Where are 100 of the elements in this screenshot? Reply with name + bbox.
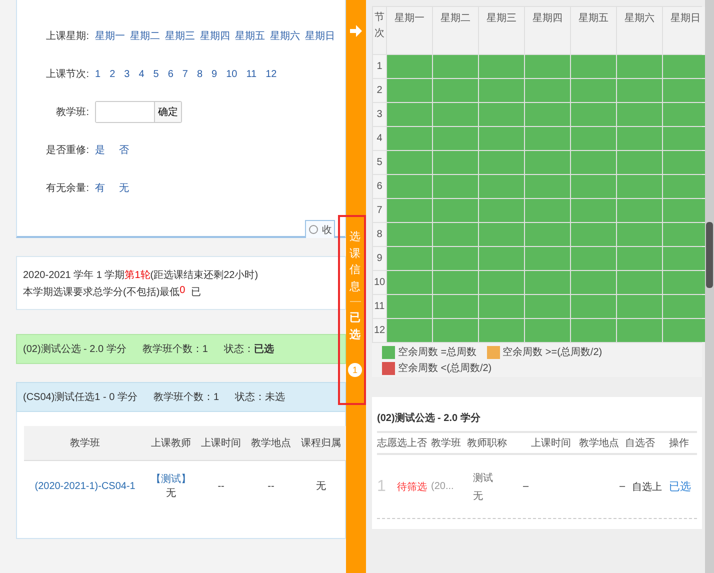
timetable-cell[interactable] [433, 295, 478, 318]
timetable-cell[interactable] [525, 55, 570, 78]
timetable-cell[interactable] [387, 79, 432, 102]
timetable-cell[interactable] [571, 247, 616, 270]
arrow-right-icon[interactable] [349, 24, 363, 38]
filter-option[interactable]: 3 [124, 68, 130, 80]
timetable-cell[interactable] [571, 151, 616, 174]
selected-link[interactable]: 已选 [669, 479, 697, 494]
timetable-cell[interactable] [479, 79, 524, 102]
timetable-cell[interactable] [663, 199, 708, 222]
filter-option[interactable]: 8 [196, 68, 202, 80]
timetable-cell[interactable] [571, 127, 616, 150]
timetable-cell[interactable] [617, 199, 662, 222]
filter-option[interactable]: 6 [168, 68, 174, 80]
timetable-cell[interactable] [663, 127, 708, 150]
timetable-cell[interactable] [525, 103, 570, 126]
filter-option[interactable]: 星期四 [200, 29, 230, 43]
timetable-cell[interactable] [479, 271, 524, 294]
collapse-button[interactable]: 收 [305, 220, 335, 238]
class-field[interactable]: 确定 [95, 101, 182, 123]
filter-option[interactable]: 9 [212, 68, 218, 80]
timetable-cell[interactable] [525, 199, 570, 222]
timetable-cell[interactable] [479, 175, 524, 198]
timetable-cell[interactable] [617, 295, 662, 318]
timetable-cell[interactable] [479, 151, 524, 174]
timetable-cell[interactable] [617, 79, 662, 102]
filter-option[interactable]: 是 [95, 143, 105, 157]
timetable-cell[interactable] [433, 79, 478, 102]
timetable-cell[interactable] [571, 271, 616, 294]
timetable-cell[interactable] [663, 295, 708, 318]
filter-option[interactable]: 无 [119, 181, 129, 195]
timetable-cell[interactable] [663, 103, 708, 126]
timetable-cell[interactable] [387, 199, 432, 222]
timetable-cell[interactable] [571, 79, 616, 102]
timetable-cell[interactable] [525, 247, 570, 270]
timetable-cell[interactable] [663, 223, 708, 246]
timetable-cell[interactable] [571, 199, 616, 222]
timetable-cell[interactable] [479, 127, 524, 150]
timetable-cell[interactable] [663, 151, 708, 174]
timetable-cell[interactable] [525, 79, 570, 102]
filter-option[interactable]: 有 [95, 181, 105, 195]
timetable-cell[interactable] [433, 247, 478, 270]
filter-option[interactable]: 2 [110, 68, 116, 80]
filter-option[interactable]: 1 [95, 68, 101, 80]
filter-option[interactable]: 7 [182, 68, 188, 80]
timetable-cell[interactable] [617, 127, 662, 150]
timetable-cell[interactable] [433, 103, 478, 126]
timetable-cell[interactable] [525, 271, 570, 294]
filter-option[interactable]: 10 [226, 68, 238, 80]
timetable-cell[interactable] [387, 151, 432, 174]
timetable-cell[interactable] [433, 319, 478, 342]
timetable-cell[interactable] [387, 127, 432, 150]
timetable-cell[interactable] [479, 223, 524, 246]
filter-option[interactable]: 11 [246, 68, 257, 80]
filter-option[interactable]: 12 [266, 68, 277, 80]
filter-option[interactable]: 星期三 [165, 29, 195, 43]
filter-option[interactable]: 星期日 [305, 29, 335, 43]
timetable-cell[interactable] [479, 319, 524, 342]
filter-option[interactable]: 星期六 [270, 29, 300, 43]
timetable-cell[interactable] [433, 223, 478, 246]
timetable-cell[interactable] [387, 55, 432, 78]
timetable-cell[interactable] [433, 151, 478, 174]
timetable-cell[interactable] [663, 175, 708, 198]
timetable-cell[interactable] [525, 151, 570, 174]
class-link[interactable]: (2020-2021-1)-CS04-1 [34, 480, 136, 492]
timetable-cell[interactable] [663, 55, 708, 78]
filter-option[interactable]: 4 [138, 68, 144, 80]
timetable-cell[interactable] [525, 127, 570, 150]
course-header[interactable]: (02)测试公选 - 2.0 学分 教学班个数：1 状态：已选 [16, 334, 346, 364]
timetable-cell[interactable] [387, 271, 432, 294]
timetable-cell[interactable] [479, 55, 524, 78]
filter-option[interactable]: 星期一 [95, 29, 125, 43]
timetable-cell[interactable] [663, 247, 708, 270]
timetable-cell[interactable] [617, 151, 662, 174]
timetable-cell[interactable] [479, 199, 524, 222]
timetable-cell[interactable] [617, 175, 662, 198]
timetable-cell[interactable] [387, 247, 432, 270]
timetable-cell[interactable] [387, 175, 432, 198]
filter-option[interactable]: 星期二 [130, 29, 160, 43]
timetable-cell[interactable] [663, 319, 708, 342]
timetable-cell[interactable] [617, 223, 662, 246]
filter-option[interactable]: 星期五 [235, 29, 265, 43]
timetable-cell[interactable] [571, 223, 616, 246]
filter-option[interactable]: 否 [119, 143, 129, 157]
timetable-cell[interactable] [617, 271, 662, 294]
timetable-cell[interactable] [433, 175, 478, 198]
timetable-cell[interactable] [617, 319, 662, 342]
timetable-cell[interactable] [617, 55, 662, 78]
timetable-cell[interactable] [571, 175, 616, 198]
timetable-cell[interactable] [525, 175, 570, 198]
timetable-cell[interactable] [433, 127, 478, 150]
timetable-cell[interactable] [571, 55, 616, 78]
timetable-cell[interactable] [525, 319, 570, 342]
timetable-cell[interactable] [387, 319, 432, 342]
timetable-cell[interactable] [571, 103, 616, 126]
confirm-button[interactable]: 确定 [154, 102, 181, 122]
timetable-cell[interactable] [525, 223, 570, 246]
timetable-cell[interactable] [433, 55, 478, 78]
teacher-link[interactable]: 【测试】 [151, 474, 192, 486]
course-header[interactable]: (CS04)测试任选1 - 0 学分 教学班个数：1 状态：未选 [16, 382, 346, 412]
